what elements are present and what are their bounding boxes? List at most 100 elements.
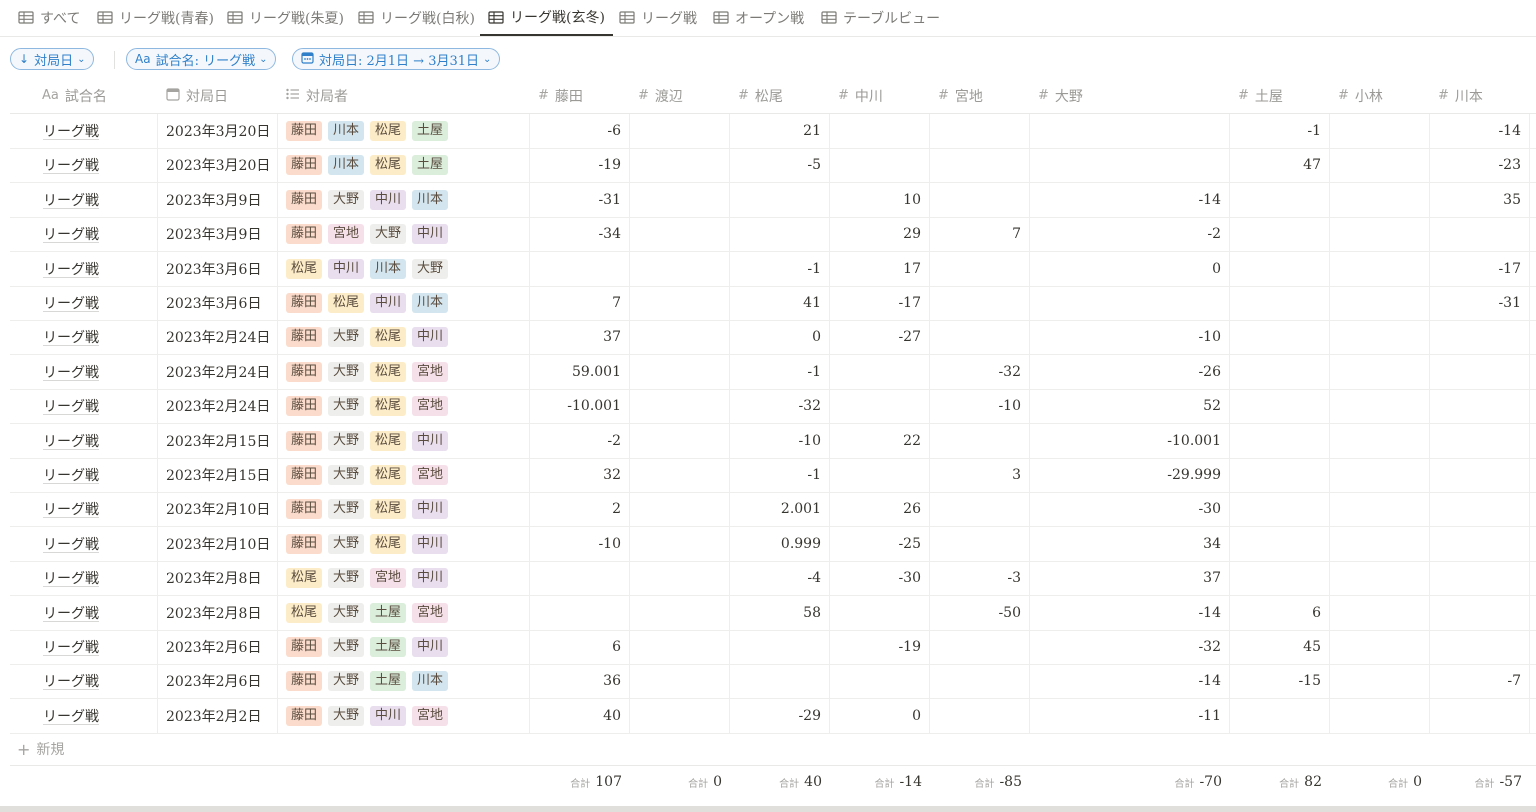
- score-cell[interactable]: [1330, 389, 1430, 424]
- row-date[interactable]: 2023年2月2日: [158, 698, 278, 733]
- score-cell[interactable]: [830, 354, 930, 389]
- row-players[interactable]: 藤田 大野 中川 川本: [278, 182, 530, 217]
- column-sum[interactable]: 合計 0: [630, 766, 730, 798]
- column-header-score-2[interactable]: # 松尾: [738, 78, 783, 113]
- row-date[interactable]: 2023年2月24日: [158, 354, 278, 389]
- score-cell[interactable]: 40: [530, 698, 630, 733]
- score-cell[interactable]: [1330, 148, 1430, 183]
- score-cell[interactable]: [1230, 526, 1330, 561]
- score-cell[interactable]: [1030, 286, 1230, 320]
- row-players[interactable]: 藤田 大野 土屋 川本: [278, 664, 530, 699]
- score-cell[interactable]: [930, 664, 1030, 699]
- tab-4[interactable]: リーグ戦(玄冬): [480, 0, 613, 36]
- score-cell[interactable]: -17: [830, 286, 930, 320]
- score-cell[interactable]: [830, 148, 930, 183]
- score-cell[interactable]: -15: [1230, 664, 1330, 699]
- score-cell[interactable]: [930, 630, 1030, 664]
- score-cell[interactable]: -5: [730, 148, 830, 183]
- score-cell[interactable]: [930, 182, 1030, 217]
- score-cell[interactable]: [1330, 458, 1430, 492]
- column-header-date[interactable]: 対局日: [166, 78, 228, 113]
- score-cell[interactable]: 0: [1030, 251, 1230, 286]
- score-cell[interactable]: -14: [1030, 182, 1230, 217]
- row-date[interactable]: 2023年3月20日: [158, 114, 278, 148]
- table-row[interactable]: リーグ戦 2023年3月6日 藤田 松尾 中川 川本 7 41 -17 -31: [10, 286, 1536, 321]
- row-date[interactable]: 2023年2月15日: [158, 423, 278, 458]
- score-cell[interactable]: 58: [730, 595, 830, 630]
- score-cell[interactable]: [830, 114, 930, 148]
- score-cell[interactable]: [1330, 492, 1430, 527]
- score-cell[interactable]: 22: [830, 423, 930, 458]
- row-title[interactable]: リーグ戦: [10, 114, 158, 148]
- table-row[interactable]: リーグ戦 2023年3月6日 松尾 中川 川本 大野 -1 17 0 -17: [10, 251, 1536, 287]
- score-cell[interactable]: -14: [1030, 664, 1230, 699]
- tab-1[interactable]: リーグ戦(青春): [97, 0, 214, 35]
- table-row[interactable]: リーグ戦 2023年3月20日 藤田 川本 松尾 土屋 -19 -5 47 -23: [10, 148, 1536, 184]
- score-cell[interactable]: -32: [730, 389, 830, 424]
- score-cell[interactable]: [930, 526, 1030, 561]
- score-cell[interactable]: -2: [1030, 217, 1230, 252]
- column-header-score-0[interactable]: # 藤田: [538, 78, 583, 113]
- score-cell[interactable]: -17: [1430, 251, 1530, 286]
- score-cell[interactable]: -4: [730, 561, 830, 596]
- row-players[interactable]: 藤田 大野 松尾 宮地: [278, 389, 530, 424]
- score-cell[interactable]: -30: [1030, 492, 1230, 527]
- score-cell[interactable]: -1: [730, 251, 830, 286]
- score-cell[interactable]: -29.999: [1030, 458, 1230, 492]
- score-cell[interactable]: 29: [830, 217, 930, 252]
- column-header-score-1[interactable]: # 渡辺: [638, 78, 683, 113]
- score-cell[interactable]: -23: [1430, 148, 1530, 183]
- row-title[interactable]: リーグ戦: [10, 698, 158, 733]
- row-date[interactable]: 2023年3月20日: [158, 148, 278, 183]
- column-header-score-7[interactable]: # 小林: [1338, 78, 1383, 113]
- column-header-score-6[interactable]: # 土屋: [1238, 78, 1283, 113]
- score-cell[interactable]: [1330, 251, 1430, 286]
- score-cell[interactable]: 0: [830, 698, 930, 733]
- row-players[interactable]: 藤田 川本 松尾 土屋: [278, 148, 530, 183]
- score-cell[interactable]: 32: [530, 458, 630, 492]
- score-cell[interactable]: [1330, 698, 1430, 733]
- score-cell[interactable]: [630, 148, 730, 183]
- table-row[interactable]: リーグ戦 2023年2月24日 藤田 大野 松尾 宮地 -10.001 -32 -10 52: [10, 389, 1536, 425]
- score-cell[interactable]: 34: [1030, 526, 1230, 561]
- row-players[interactable]: 藤田 宮地 大野 中川: [278, 217, 530, 252]
- row-title[interactable]: リーグ戦: [10, 389, 158, 424]
- tab-0[interactable]: すべて: [18, 0, 80, 35]
- row-players[interactable]: 藤田 大野 松尾 宮地: [278, 354, 530, 389]
- tab-5[interactable]: リーグ戦: [619, 0, 697, 35]
- score-cell[interactable]: [530, 251, 630, 286]
- column-sum[interactable]: 合計 -85: [930, 766, 1030, 798]
- score-cell[interactable]: [630, 251, 730, 286]
- score-cell[interactable]: [1230, 561, 1330, 596]
- table-row[interactable]: リーグ戦 2023年2月2日 藤田 大野 中川 宮地 40 -29 0 -11: [10, 698, 1536, 734]
- table-row[interactable]: リーグ戦 2023年2月15日 藤田 大野 松尾 中川 -2 -10 22 -10.001: [10, 423, 1536, 459]
- row-title[interactable]: リーグ戦: [10, 251, 158, 286]
- row-date[interactable]: 2023年2月8日: [158, 595, 278, 630]
- tab-7[interactable]: テーブルビュー: [821, 0, 940, 35]
- score-cell[interactable]: [1330, 320, 1430, 355]
- score-cell[interactable]: 7: [930, 217, 1030, 252]
- table-row[interactable]: リーグ戦 2023年2月10日 藤田 大野 松尾 中川 2 2.001 26 -30: [10, 492, 1536, 528]
- score-cell[interactable]: -2: [530, 423, 630, 458]
- row-title[interactable]: リーグ戦: [10, 148, 158, 183]
- score-cell[interactable]: -26: [1030, 354, 1230, 389]
- score-cell[interactable]: [1330, 354, 1430, 389]
- score-cell[interactable]: 6: [530, 630, 630, 664]
- column-sum[interactable]: 合計 40: [730, 766, 830, 798]
- score-cell[interactable]: -29: [730, 698, 830, 733]
- score-cell[interactable]: [1330, 423, 1430, 458]
- table-row[interactable]: リーグ戦 2023年2月24日 藤田 大野 松尾 宮地 59.001 -1 -32 -26: [10, 354, 1536, 390]
- score-cell[interactable]: 10: [830, 182, 930, 217]
- score-cell[interactable]: -32: [1030, 630, 1230, 664]
- score-cell[interactable]: [730, 182, 830, 217]
- column-header-players[interactable]: 対局者: [286, 78, 348, 113]
- score-cell[interactable]: -10.001: [530, 389, 630, 424]
- score-cell[interactable]: -10.001: [1030, 423, 1230, 458]
- row-date[interactable]: 2023年3月9日: [158, 217, 278, 252]
- score-cell[interactable]: -7: [1430, 664, 1530, 699]
- score-cell[interactable]: -50: [930, 595, 1030, 630]
- row-players[interactable]: 藤田 大野 松尾 中川: [278, 423, 530, 458]
- score-cell[interactable]: -19: [830, 630, 930, 664]
- score-cell[interactable]: 2.001: [730, 492, 830, 527]
- table-row[interactable]: リーグ戦 2023年2月24日 藤田 大野 松尾 中川 37 0 -27 -10: [10, 320, 1536, 356]
